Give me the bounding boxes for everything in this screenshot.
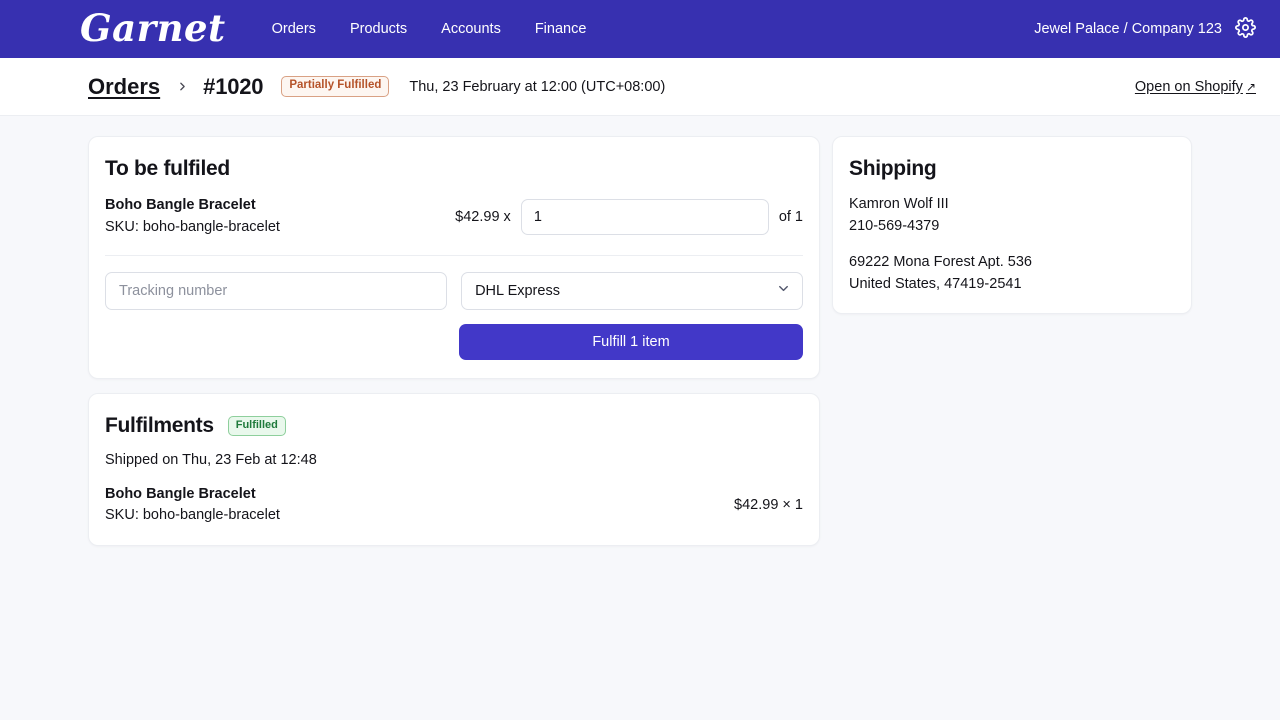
order-date: Thu, 23 February at 12:00 (UTC+08:00) [409, 79, 665, 95]
fulfilled-item-row: Boho Bangle Bracelet SKU: boho-bangle-br… [105, 484, 803, 528]
fulfilled-item-price: $42.99 × 1 [734, 497, 803, 513]
page-title: #1020 [203, 74, 263, 100]
fulfilled-item-sku: SKU: boho-bangle-bracelet [105, 505, 734, 527]
quantity-of-label: of 1 [779, 209, 803, 225]
left-column: To be fulfiled Boho Bangle Bracelet SKU:… [88, 136, 820, 546]
shipping-recipient: Kamron Wolf III [849, 193, 1175, 215]
nav-item-orders[interactable]: Orders [272, 21, 316, 37]
item-sku: SKU: boho-bangle-bracelet [105, 217, 455, 239]
quantity-input[interactable] [521, 199, 769, 235]
tracking-number-input[interactable] [105, 272, 447, 310]
fulfilment-status-badge: Fulfilled [228, 416, 286, 436]
fulfilled-item-name: Boho Bangle Bracelet [105, 484, 734, 506]
to-be-fulfilled-title-row: To be fulfiled [105, 157, 803, 181]
nav-item-finance[interactable]: Finance [535, 21, 587, 37]
nav-item-accounts[interactable]: Accounts [441, 21, 501, 37]
to-be-fulfilled-title: To be fulfiled [105, 157, 230, 181]
top-navigation-bar: Garnet Orders Products Accounts Finance … [0, 0, 1280, 58]
fulfillment-item-row: Boho Bangle Bracelet SKU: boho-bangle-br… [105, 195, 803, 255]
fulfill-button[interactable]: Fulfill 1 item [459, 324, 803, 360]
fulfilments-title: Fulfilments [105, 414, 214, 438]
shipping-phone: 210-569-4379 [849, 215, 1175, 237]
nav-item-products[interactable]: Products [350, 21, 407, 37]
shipping-card: Shipping Kamron Wolf III 210-569-4379 69… [832, 136, 1192, 314]
item-price-label: $42.99 x [455, 209, 511, 225]
shipping-inputs-row: DHL Express [105, 272, 803, 310]
fulfill-button-row: Fulfill 1 item [105, 324, 803, 360]
settings-button[interactable] [1234, 18, 1256, 40]
card-divider [105, 255, 803, 256]
right-column: Shipping Kamron Wolf III 210-569-4379 69… [832, 136, 1192, 314]
shipping-title: Shipping [849, 157, 1175, 181]
fulfilments-card: Fulfilments Fulfilled Shipped on Thu, 23… [88, 393, 820, 547]
shipped-on-text: Shipped on Thu, 23 Feb at 12:48 [105, 452, 803, 468]
item-name: Boho Bangle Bracelet [105, 195, 455, 217]
gear-icon [1235, 17, 1256, 41]
chevron-right-icon [176, 80, 189, 93]
main-content: To be fulfiled Boho Bangle Bracelet SKU:… [0, 116, 1280, 720]
shipping-address-line-1: 69222 Mona Forest Apt. 536 [849, 251, 1175, 273]
account-label: Jewel Palace / Company 123 [1034, 21, 1222, 37]
brand-logo[interactable]: Garnet [80, 10, 226, 47]
account-area: Jewel Palace / Company 123 [1034, 18, 1256, 40]
item-info: Boho Bangle Bracelet SKU: boho-bangle-br… [105, 195, 455, 239]
main-nav: Orders Products Accounts Finance [272, 21, 587, 37]
breadcrumb-orders-link[interactable]: Orders [88, 74, 160, 100]
external-link-icon: ↗ [1246, 80, 1256, 94]
fulfilled-item-info: Boho Bangle Bracelet SKU: boho-bangle-br… [105, 484, 734, 528]
open-on-shopify-label: Open on Shopify [1135, 79, 1243, 95]
fulfilments-title-row: Fulfilments Fulfilled [105, 414, 803, 438]
shipping-address-line-2: United States, 47419-2541 [849, 273, 1175, 295]
shipping-spacer [849, 237, 1175, 251]
carrier-select-wrapper: DHL Express [461, 272, 803, 310]
status-badge: Partially Fulfilled [281, 76, 389, 97]
carrier-select[interactable]: DHL Express [461, 272, 803, 310]
breadcrumb-bar: Orders #1020 Partially Fulfilled Thu, 23… [0, 58, 1280, 116]
to-be-fulfilled-card: To be fulfiled Boho Bangle Bracelet SKU:… [88, 136, 820, 379]
open-on-shopify-link[interactable]: Open on Shopify ↗ [1135, 79, 1256, 95]
quantity-group: $42.99 x of 1 [455, 199, 803, 235]
